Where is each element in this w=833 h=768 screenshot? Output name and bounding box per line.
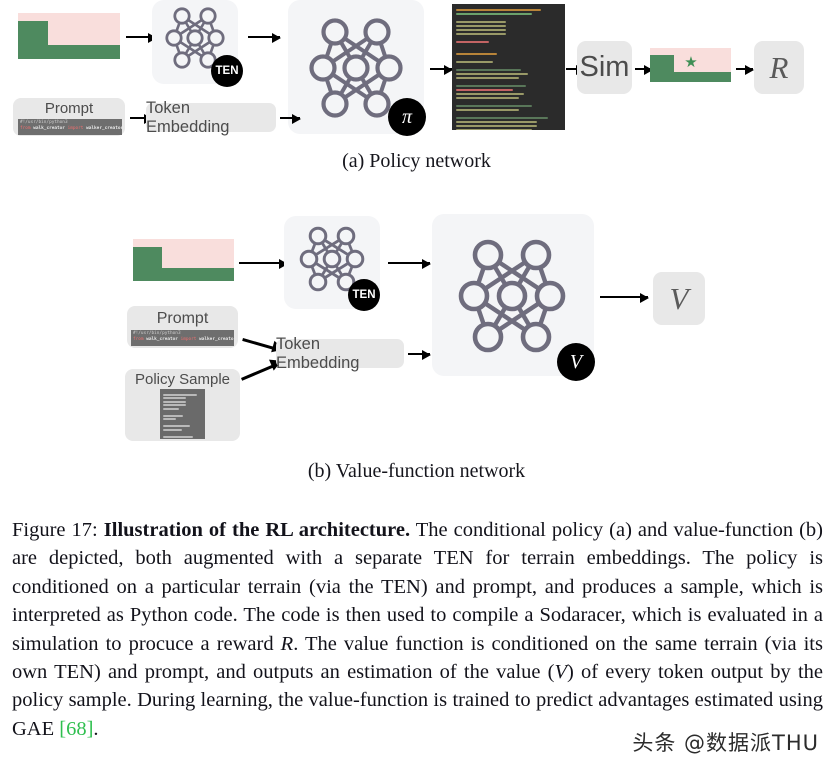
panel-b-policy-sample-thumbnail: [160, 389, 205, 439]
panel-a-ten-badge: TEN: [211, 55, 243, 87]
caption-reward-symbol: R: [280, 632, 294, 655]
panel-a-prompt-label: Prompt: [44, 100, 94, 117]
panel-b-subcaption: (b) Value-function network: [307, 460, 526, 482]
arrow-policy-to-code: [430, 65, 453, 75]
panel-a-token-embedding-box: Token Embedding: [146, 99, 276, 136]
sim-box: Sim: [577, 41, 632, 94]
prompt-module: walk_creator: [143, 336, 181, 342]
panel-b-ten-badge: TEN: [348, 279, 380, 311]
panel-a-simulated-terrain: ★: [650, 48, 731, 82]
figure-title: Illustration of the RL architecture.: [103, 519, 411, 541]
reward-box: R: [754, 41, 804, 94]
prompt-symbol: walker_creator: [83, 125, 122, 131]
citation-link[interactable]: [68]: [59, 718, 93, 740]
arrow-ten-to-policy: [248, 33, 281, 43]
terrain-ledge: [133, 247, 162, 281]
panel-b-prompt-label: Prompt: [156, 310, 209, 327]
sodaracer-glyph: ★: [684, 53, 698, 71]
prompt-kw-from: from: [133, 336, 144, 342]
sim-terrain-ledge: [650, 55, 674, 82]
panel-b-prompt-code: #!/usr/bin/python3 from walk_creator imp…: [131, 330, 234, 346]
policy-network-icon: [309, 18, 403, 118]
panel-a-generated-code: [452, 4, 565, 130]
panel-a-subcaption: (a) Policy network: [342, 150, 491, 172]
value-network-icon: [458, 239, 566, 353]
arrow-value-network-to-output: [600, 293, 649, 303]
prompt-kw-from: from: [20, 125, 31, 131]
panel-b-policy-sample-label: Policy Sample: [134, 371, 231, 388]
figure-label: Figure 17:: [12, 519, 98, 541]
panel-a-policy-badge: π: [388, 98, 426, 136]
arrow-terrain-to-ten: [239, 259, 288, 269]
panel-a-terrain-thumbnail: [18, 13, 120, 59]
panel-b-value-badge: V: [557, 343, 595, 381]
prompt-code-line-2: from walk_creator import walker_creator: [20, 125, 122, 132]
panel-b-terrain-thumbnail: [133, 239, 234, 281]
caption-body-4: .: [93, 717, 99, 740]
prompt-kw-import: import: [67, 125, 84, 131]
figure-caption: Figure 17: Illustration of the RL archit…: [12, 516, 823, 743]
watermark: 头条 @数据派THU: [632, 731, 819, 755]
prompt-module: walk_creator: [30, 125, 68, 131]
terrain-ledge: [18, 21, 48, 59]
prompt-code-line-2: from walk_creator import walker_creator: [133, 336, 234, 343]
panel-b-token-embedding-box: Token Embedding: [276, 335, 404, 372]
arrow-result-to-reward: [736, 65, 754, 75]
arrow-ten-to-value-network: [388, 259, 431, 269]
arrow-token-embedding-to-policy: [280, 114, 301, 124]
panel-a-prompt-code: #!/usr/bin/python3 from walk_creator imp…: [18, 119, 122, 135]
arrow-token-embedding-to-value-network: [408, 350, 431, 360]
arrow-policy-sample-to-token-embedding: [241, 355, 284, 381]
value-output-box: V: [653, 272, 705, 325]
caption-value-symbol: V: [554, 661, 568, 684]
prompt-symbol: walker_creator: [196, 336, 234, 342]
prompt-kw-import: import: [180, 336, 197, 342]
